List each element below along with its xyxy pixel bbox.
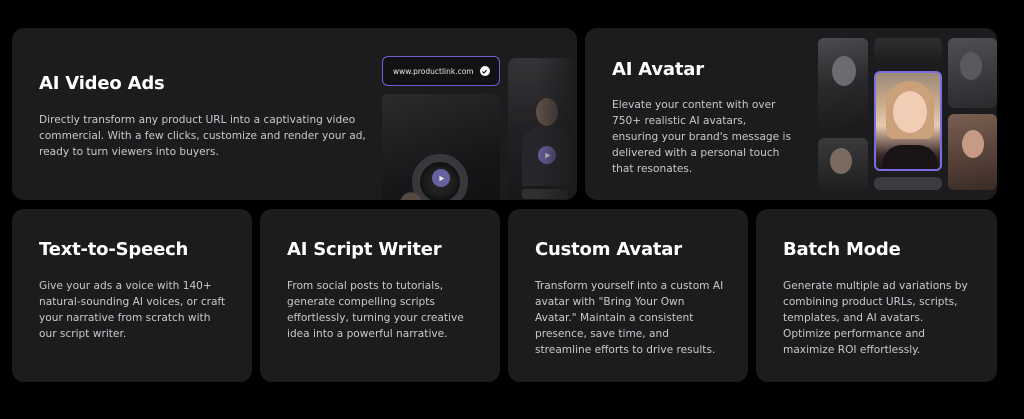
card-description: Give your ads a voice with 140+ natural-… (39, 280, 226, 340)
card-description: Transform yourself into a custom AI avat… (535, 280, 724, 356)
avatar-face (962, 130, 984, 158)
avatar-face (960, 52, 982, 80)
card-title: Batch Mode (783, 239, 901, 260)
feature-card-text-to-speech[interactable]: Text-to-Speech Give your ads a voice wit… (12, 209, 252, 382)
card-description: Generate multiple ad variations by combi… (783, 280, 968, 356)
card-title: Custom Avatar (535, 239, 682, 260)
product-url-pill: www.productlink.com (382, 56, 500, 86)
card-description: Elevate your content with over 750+ real… (612, 99, 792, 175)
avatar-shirt (882, 145, 938, 169)
avatar-face (832, 56, 856, 86)
avatar-thumbnail (948, 38, 997, 108)
video-ad-preview: www.productlink.com (382, 56, 577, 200)
feature-card-batch-mode[interactable]: Batch Mode Generate multiple ad variatio… (756, 209, 997, 382)
card-title: Text-to-Speech (39, 239, 189, 260)
selected-avatar (874, 71, 942, 171)
avatar-thumbnail (818, 138, 868, 190)
product-url-text: www.productlink.com (393, 66, 474, 76)
avatar-thumbnail (948, 114, 997, 190)
feature-card-ai-avatar[interactable]: AI Avatar Elevate your content with over… (585, 28, 997, 200)
card-title: AI Script Writer (287, 239, 442, 260)
product-video-thumbnail (382, 94, 500, 200)
card-description: Directly transform any product URL into … (39, 114, 366, 158)
card-description: From social posts to tutorials, generate… (287, 280, 464, 340)
avatar-thumbnail (818, 38, 868, 130)
feature-card-ai-video-ads[interactable]: AI Video Ads Directly transform any prod… (12, 28, 577, 200)
fade-overlay (537, 56, 577, 200)
avatar-face (830, 148, 852, 174)
play-icon (432, 169, 450, 187)
card-title: AI Video Ads (39, 73, 165, 94)
check-circle-icon (479, 66, 490, 76)
avatar-face (893, 91, 927, 133)
avatar-collage (818, 38, 997, 190)
card-title: AI Avatar (612, 59, 704, 80)
feature-card-ai-script-writer[interactable]: AI Script Writer From social posts to tu… (260, 209, 500, 382)
avatar-thumbnail (874, 38, 942, 64)
feature-card-custom-avatar[interactable]: Custom Avatar Transform yourself into a … (508, 209, 748, 382)
avatar-thumbnail (874, 177, 942, 190)
